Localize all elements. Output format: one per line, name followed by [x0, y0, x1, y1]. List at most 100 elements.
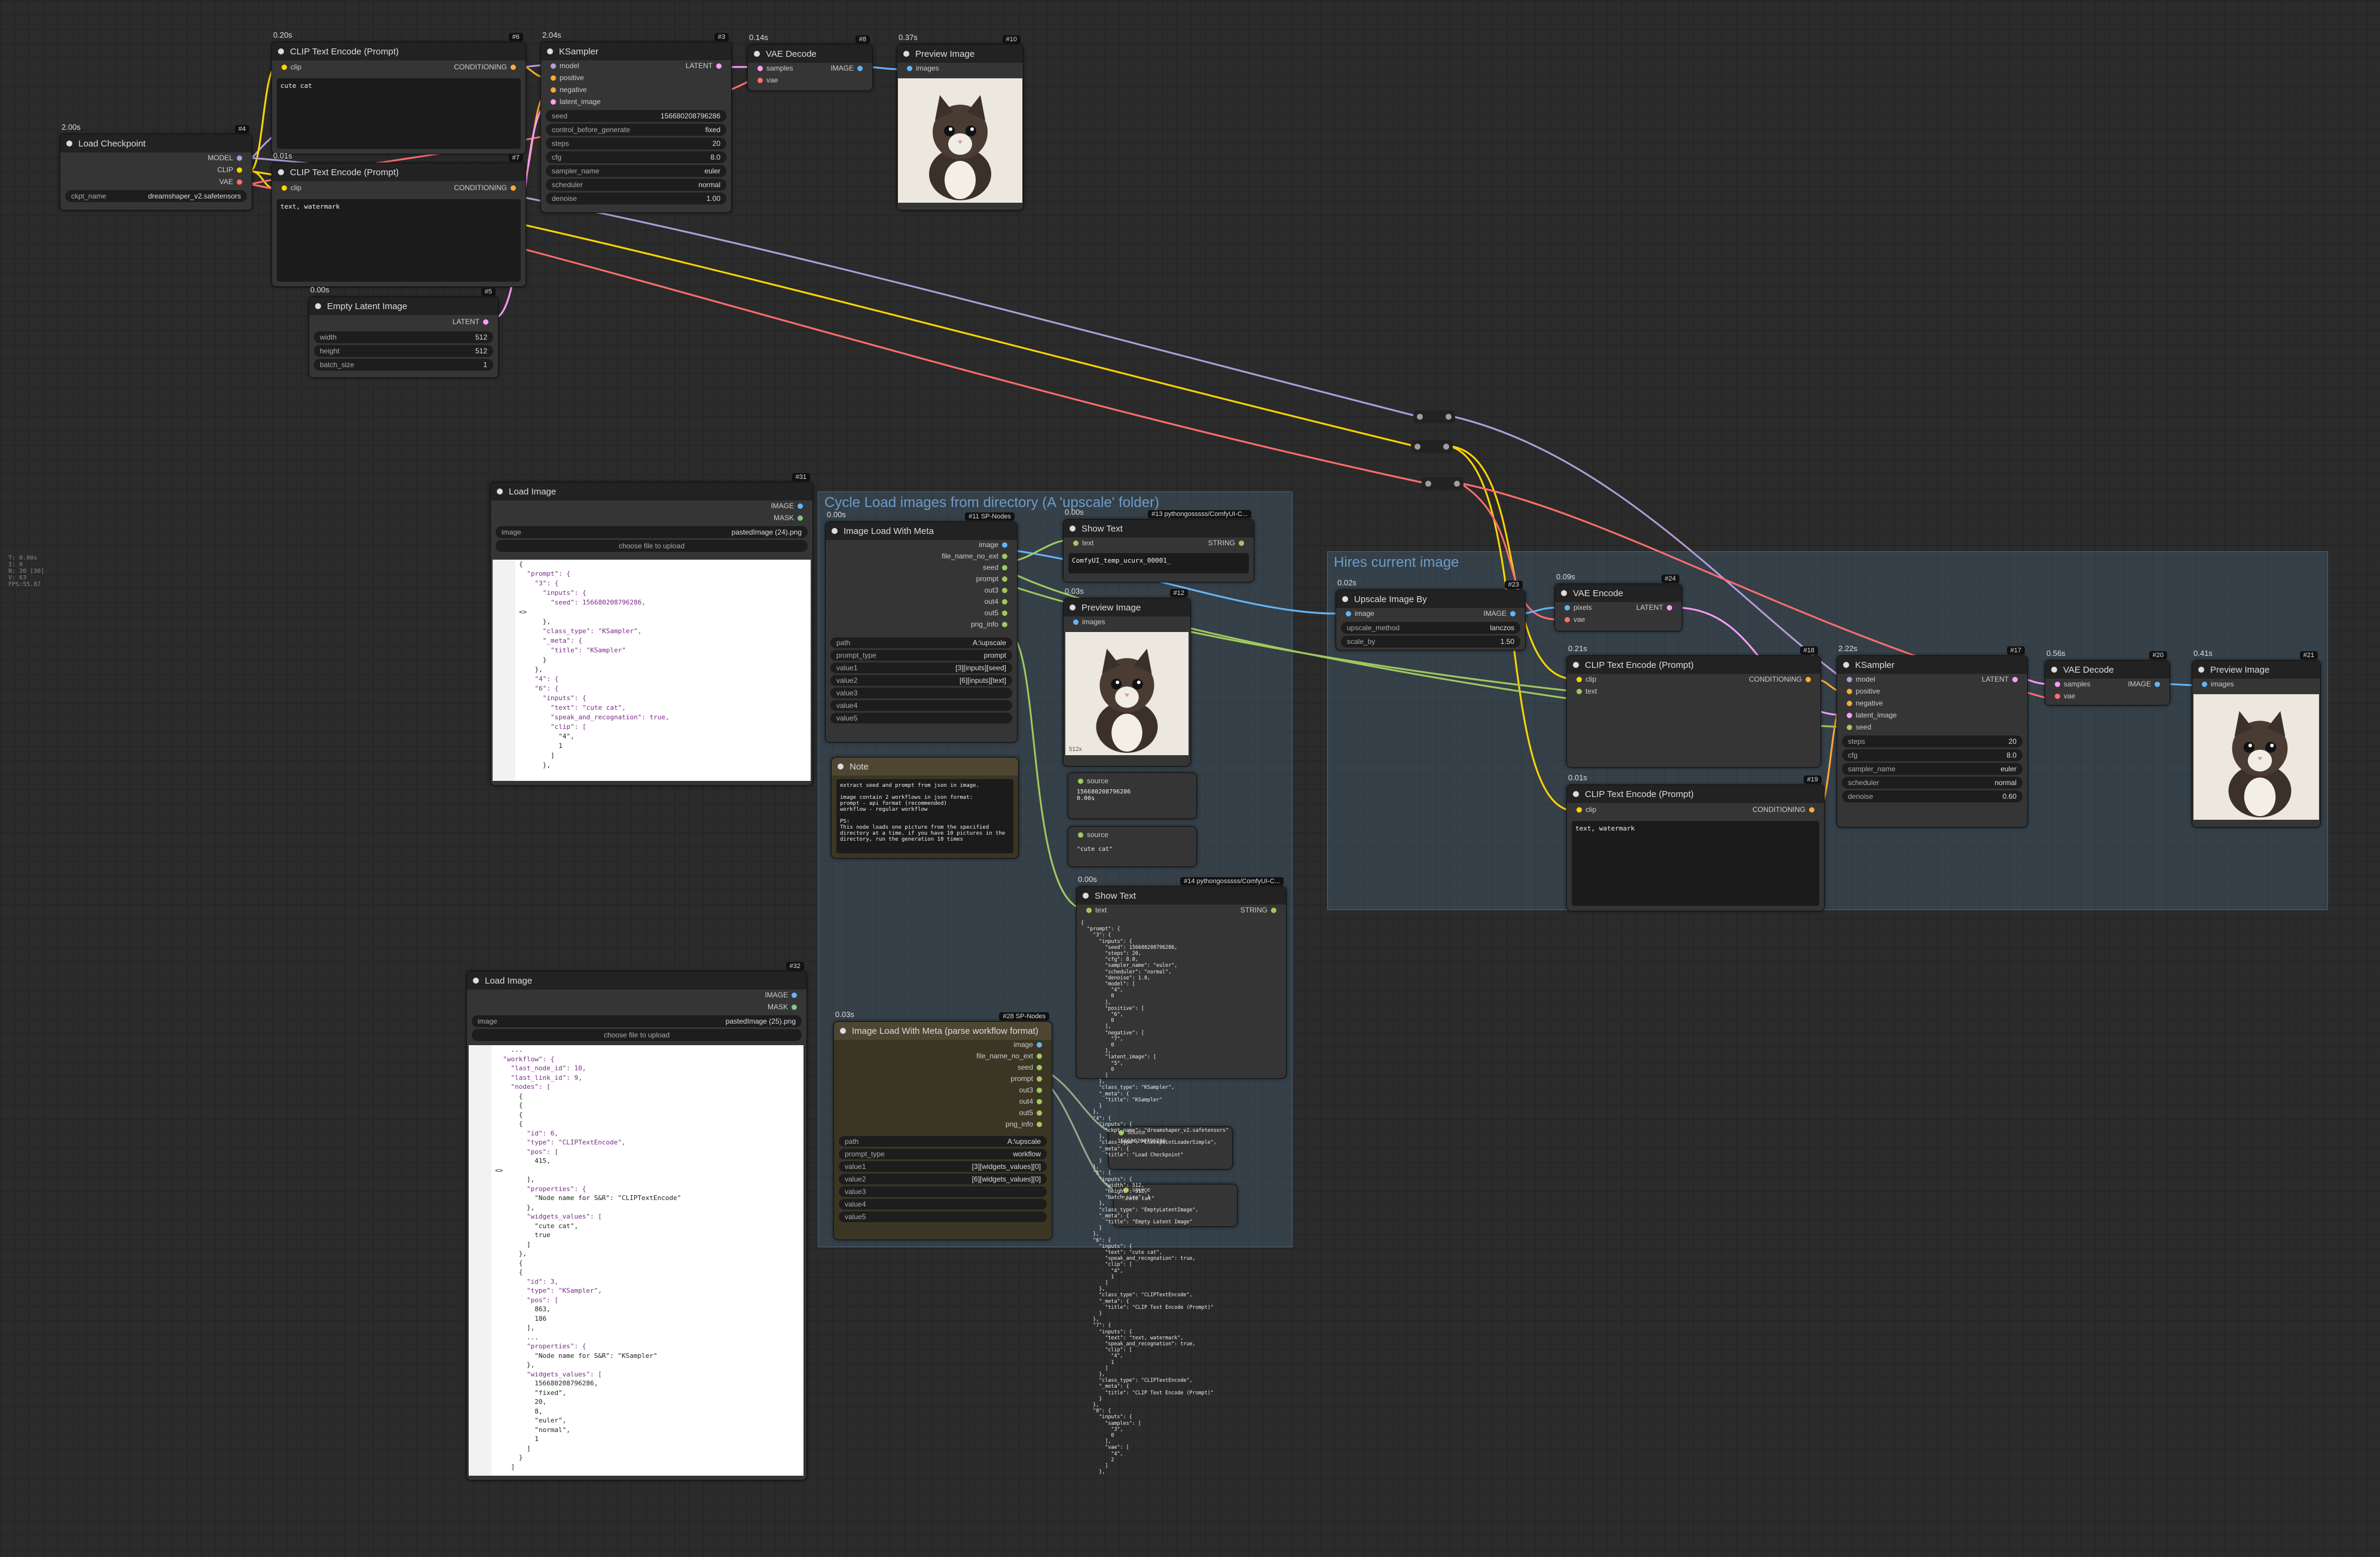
- output-dot-icon[interactable]: [1002, 587, 1007, 593]
- collapse-dot-icon[interactable]: [1573, 791, 1579, 797]
- input-dot-icon[interactable]: [1577, 688, 1582, 694]
- node-header[interactable]: CLIP Text Encode (Prompt): [1567, 785, 1824, 803]
- node-preview-image[interactable]: 0.37s #10 Preview Image images: [897, 33, 1024, 210]
- prompt-textarea[interactable]: text, watermark: [277, 199, 521, 282]
- output-dot-icon[interactable]: [1239, 540, 1244, 546]
- input-dot-icon[interactable]: [1565, 616, 1570, 622]
- meta-widget[interactable]: path A:\upscale: [839, 1136, 1047, 1147]
- meta-widget[interactable]: value3: [830, 688, 1012, 698]
- output-dot-icon[interactable]: [1037, 1098, 1042, 1104]
- input-dot-icon[interactable]: [2055, 681, 2060, 687]
- output-dot-icon[interactable]: [511, 185, 516, 191]
- node-empty-latent-image[interactable]: 0.00s #5 Empty Latent Image LATENT width…: [308, 285, 499, 378]
- batch-size-widget[interactable]: batch_size 1: [314, 359, 493, 371]
- input-dot-icon[interactable]: [1086, 907, 1092, 913]
- node-header[interactable]: CLIP Text Encode (Prompt): [1567, 656, 1820, 674]
- meta-widget[interactable]: value2 [6][widgets_values][0]: [839, 1174, 1047, 1184]
- collapse-dot-icon[interactable]: [2051, 667, 2057, 673]
- output-dot-icon[interactable]: [716, 63, 722, 69]
- node-header[interactable]: Load Checkpoint: [60, 135, 252, 152]
- output-dot-icon[interactable]: [792, 1004, 797, 1010]
- denoise-widget[interactable]: denoise 0.60: [1842, 790, 2022, 802]
- input-dot-icon[interactable]: [1847, 724, 1852, 730]
- collapse-dot-icon[interactable]: [315, 303, 321, 309]
- node-header[interactable]: VAE Decode: [2045, 661, 2170, 679]
- collapse-dot-icon[interactable]: [2198, 667, 2204, 673]
- collapse-dot-icon[interactable]: [903, 51, 909, 57]
- sampler-widget[interactable]: sampler_name euler: [546, 165, 726, 177]
- input-dot-icon[interactable]: [282, 64, 287, 70]
- output-dot-icon[interactable]: [237, 155, 242, 161]
- input-dot-icon[interactable]: [551, 87, 556, 93]
- node-source-prompt[interactable]: source "cute cat": [1068, 826, 1197, 867]
- node-header[interactable]: Show Text: [1064, 520, 1254, 538]
- output-dot-icon[interactable]: [1809, 807, 1814, 813]
- meta-widget[interactable]: value2 [6][inputs][text]: [830, 675, 1012, 686]
- reroute-out-icon[interactable]: [1454, 481, 1460, 487]
- collapse-dot-icon[interactable]: [278, 48, 284, 54]
- input-dot-icon[interactable]: [2202, 681, 2207, 687]
- node-header[interactable]: Load Image: [467, 972, 806, 990]
- output-dot-icon[interactable]: [798, 515, 803, 521]
- output-dot-icon[interactable]: [1037, 1087, 1042, 1093]
- output-dot-icon[interactable]: [1002, 621, 1007, 627]
- node-header[interactable]: VAE Encode: [1555, 584, 1682, 602]
- node-graph-canvas[interactable]: Cycle Load images from directory (A 'ups…: [0, 0, 2380, 1557]
- input-dot-icon[interactable]: [907, 65, 912, 71]
- input-dot-icon[interactable]: [2055, 693, 2060, 699]
- scheduler-widget[interactable]: scheduler normal: [1842, 777, 2022, 789]
- image-combo[interactable]: image pastedImage (24).png: [496, 526, 808, 538]
- collapse-dot-icon[interactable]: [838, 764, 844, 770]
- cfg-widget[interactable]: cfg 8.0: [1842, 749, 2022, 761]
- output-dot-icon[interactable]: [2155, 681, 2160, 687]
- node-ksampler[interactable]: 2.04s #3 KSampler model LATENT positive …: [540, 30, 732, 213]
- upload-button[interactable]: choose file to upload: [496, 540, 808, 552]
- node-header[interactable]: Preview Image: [2192, 661, 2320, 679]
- collapse-dot-icon[interactable]: [1070, 605, 1076, 610]
- meta-widget[interactable]: value1 [3][widgets_values][0]: [839, 1161, 1047, 1172]
- node-header[interactable]: Upscale Image By: [1336, 590, 1525, 608]
- collapse-dot-icon[interactable]: [1342, 596, 1348, 602]
- collapse-dot-icon[interactable]: [1843, 662, 1849, 668]
- input-dot-icon[interactable]: [1847, 688, 1852, 694]
- node-source-seed[interactable]: source 156680208796286 0.00s: [1068, 773, 1197, 819]
- kitten-preview-image[interactable]: 512x: [1065, 632, 1189, 755]
- collapse-dot-icon[interactable]: [1573, 662, 1579, 668]
- steps-widget[interactable]: steps 20: [1842, 735, 2022, 747]
- meta-widget[interactable]: value4: [839, 1199, 1047, 1210]
- node-header[interactable]: CLIP Text Encode (Prompt): [272, 163, 526, 181]
- input-dot-icon[interactable]: [551, 75, 556, 81]
- node-header[interactable]: Note: [832, 758, 1018, 776]
- node-vae-encode[interactable]: 0.09s #24 VAE Encode pixels LATENT vae: [1554, 572, 1682, 631]
- input-dot-icon[interactable]: [1073, 540, 1079, 546]
- reroute-out-icon[interactable]: [1443, 444, 1449, 450]
- meta-widget[interactable]: value3: [839, 1186, 1047, 1197]
- output-dot-icon[interactable]: [1037, 1110, 1042, 1116]
- reroute-in-icon[interactable]: [1425, 481, 1431, 487]
- output-dot-icon[interactable]: [1002, 542, 1007, 548]
- input-dot-icon[interactable]: [1073, 619, 1079, 625]
- node-header[interactable]: Image Load With Meta (parse workflow for…: [834, 1022, 1052, 1040]
- output-dot-icon[interactable]: [1002, 599, 1007, 605]
- show-text-area[interactable]: ComfyUI_temp_ucurx_00001_: [1068, 553, 1249, 573]
- node-header[interactable]: Show Text: [1077, 887, 1286, 905]
- output-dot-icon[interactable]: [1805, 676, 1811, 682]
- collapse-dot-icon[interactable]: [66, 141, 72, 146]
- node-vae-decode-hires[interactable]: 0.56s #20 VAE Decode samples IMAGE vae: [2045, 649, 2170, 706]
- input-dot-icon[interactable]: [1577, 807, 1582, 813]
- input-dot-icon[interactable]: [1847, 712, 1852, 718]
- collapse-dot-icon[interactable]: [473, 978, 479, 984]
- denoise-widget[interactable]: denoise 1.00: [546, 193, 726, 204]
- input-dot-icon[interactable]: [1346, 610, 1351, 616]
- node-clip-text-encode-negative[interactable]: 0.01s #7 CLIP Text Encode (Prompt) clip …: [271, 151, 526, 287]
- collapse-dot-icon[interactable]: [547, 48, 553, 54]
- seed-widget[interactable]: seed 156680208796286: [546, 110, 726, 122]
- scale-by-widget[interactable]: scale_by 1.50: [1341, 636, 1520, 648]
- input-dot-icon[interactable]: [757, 65, 763, 71]
- output-dot-icon[interactable]: [1002, 564, 1007, 570]
- node-header[interactable]: Image Load With Meta: [826, 522, 1017, 540]
- node-note[interactable]: Note extract seed and prompt from json i…: [831, 757, 1019, 859]
- node-header[interactable]: KSampler: [541, 42, 731, 60]
- output-dot-icon[interactable]: [511, 64, 516, 70]
- node-show-text-1[interactable]: 0.00s #13 pythongosssss/ComfyUI-C... Sho…: [1063, 508, 1254, 582]
